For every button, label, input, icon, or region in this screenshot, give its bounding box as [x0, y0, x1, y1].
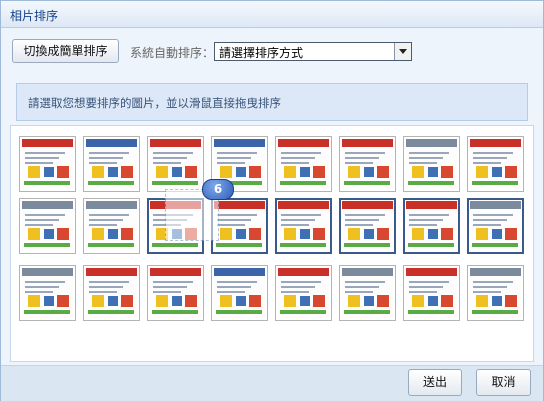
photo-thumbnail[interactable]	[211, 198, 268, 254]
sort-toolbar: 切換成簡單排序 系統自動排序： 請選擇排序方式	[1, 28, 543, 70]
drag-position-badge: 6	[202, 179, 234, 200]
webpage-preview-image	[22, 139, 73, 189]
webpage-preview-image	[406, 139, 457, 189]
instruction-panel: 請選取您想要排序的圖片，並以滑鼠直接拖曳排序	[16, 83, 528, 121]
webpage-preview-image	[86, 201, 137, 251]
webpage-preview-image	[150, 268, 201, 318]
webpage-preview-image	[150, 139, 201, 189]
webpage-preview-image	[86, 139, 137, 189]
photo-thumbnail[interactable]	[403, 265, 460, 321]
webpage-preview-image	[470, 201, 521, 251]
webpage-preview-image	[342, 139, 393, 189]
photo-thumbnail[interactable]	[339, 198, 396, 254]
sort-method-value: 請選擇排序方式	[219, 46, 304, 60]
webpage-preview-image	[470, 268, 521, 318]
photo-thumbnail[interactable]	[467, 198, 524, 254]
photo-thumbnail[interactable]	[339, 265, 396, 321]
webpage-preview-image	[22, 201, 73, 251]
webpage-preview-image	[278, 201, 329, 251]
auto-sort-label: 系統自動排序：	[130, 46, 215, 60]
dialog-title: 相片排序	[10, 9, 59, 23]
photo-thumbnail[interactable]	[275, 136, 332, 192]
photo-thumbnail[interactable]	[403, 198, 460, 254]
photo-thumbnail[interactable]	[83, 198, 140, 254]
photo-sort-dialog: 相片排序 切換成簡單排序 系統自動排序： 請選擇排序方式 請選取您想要排序的圖片…	[0, 0, 544, 401]
title-bar: 相片排序	[1, 1, 543, 28]
instruction-text: 請選取您想要排序的圖片，並以滑鼠直接拖曳排序	[28, 96, 281, 110]
dropdown-arrow-icon[interactable]	[394, 43, 411, 60]
photo-thumbnail[interactable]	[211, 265, 268, 321]
photo-thumbnail[interactable]	[403, 136, 460, 192]
send-button[interactable]: 送出	[408, 369, 462, 396]
photo-thumbnail[interactable]	[147, 136, 204, 192]
photo-thumbnail[interactable]	[83, 265, 140, 321]
webpage-preview-image	[406, 268, 457, 318]
photo-thumbnail[interactable]	[83, 136, 140, 192]
switch-simple-sort-button[interactable]: 切換成簡單排序	[12, 39, 119, 63]
photo-thumbnail[interactable]	[19, 198, 76, 254]
photo-thumbnail[interactable]	[19, 136, 76, 192]
photo-thumbnail[interactable]	[275, 265, 332, 321]
webpage-preview-image	[86, 268, 137, 318]
webpage-preview-image	[406, 201, 457, 251]
webpage-preview-image	[278, 139, 329, 189]
photo-thumbnail[interactable]	[147, 265, 204, 321]
photo-thumbnail[interactable]	[19, 265, 76, 321]
webpage-preview-image	[278, 268, 329, 318]
dialog-footer: 送出 取消	[1, 365, 543, 401]
webpage-preview-image	[214, 268, 265, 318]
webpage-preview-image	[470, 139, 521, 189]
thumbnail-grid	[10, 125, 534, 362]
photo-thumbnail[interactable]	[339, 136, 396, 192]
webpage-preview-image	[342, 201, 393, 251]
webpage-preview-image	[22, 268, 73, 318]
photo-thumbnail[interactable]	[467, 265, 524, 321]
webpage-preview-image	[214, 201, 265, 251]
photo-thumbnail[interactable]	[467, 136, 524, 192]
cancel-button[interactable]: 取消	[476, 369, 531, 396]
sort-method-select[interactable]: 請選擇排序方式	[214, 42, 412, 61]
webpage-preview-image	[342, 268, 393, 318]
photo-thumbnail[interactable]	[275, 198, 332, 254]
